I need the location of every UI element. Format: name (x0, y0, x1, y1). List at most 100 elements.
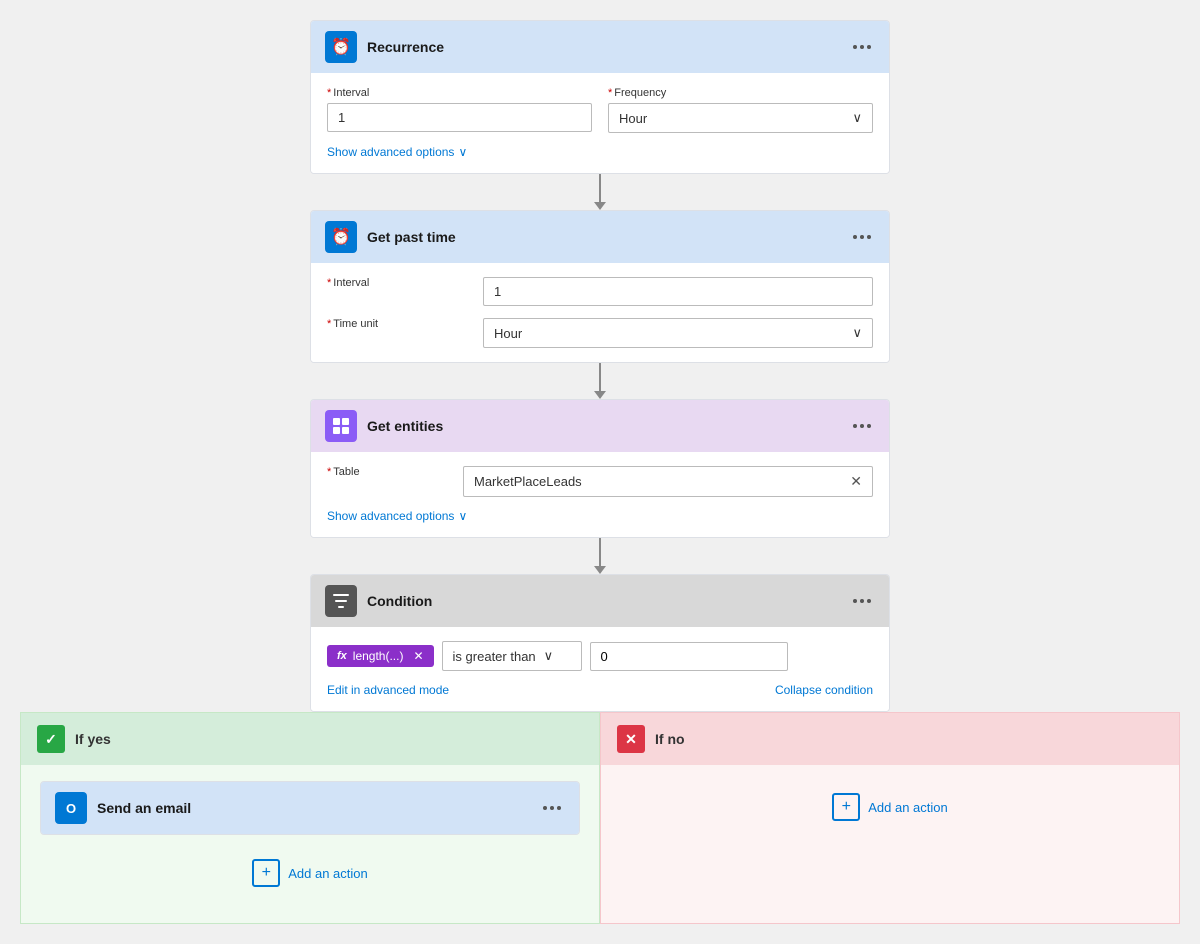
chevron-down-icon-5: ∨ (544, 648, 554, 664)
gpt-interval-row: *Interval (327, 277, 873, 306)
fx-icon: fx (337, 650, 347, 662)
branch-yes-body: O Send an email + Add an action (21, 765, 599, 903)
checkmark-icon: ✓ (45, 731, 57, 748)
recurrence-title: Recurrence (367, 39, 839, 55)
arrow-line-1 (599, 174, 601, 202)
condition-filter-icon (332, 592, 350, 610)
send-email-menu-button[interactable] (539, 802, 565, 814)
branch-yes-icon: ✓ (37, 725, 65, 753)
gpt-timeunit-select-group: Hour ∨ (483, 318, 873, 348)
condition-operator-select[interactable]: is greater than ∨ (442, 641, 582, 671)
plus-icon-no: + (842, 798, 851, 816)
table-select[interactable]: MarketPlaceLeads ✕ (463, 466, 873, 497)
add-action-no-button[interactable]: + Add an action (832, 793, 948, 821)
gpt-timeunit-select[interactable]: Hour ∨ (483, 318, 873, 348)
condition-tag-label: length(...) (353, 649, 404, 663)
plus-icon-yes: + (262, 864, 271, 882)
frequency-value: Hour (619, 111, 647, 126)
table-select-group: MarketPlaceLeads ✕ (463, 466, 873, 497)
arrow-line-3 (599, 538, 601, 566)
arrow-1 (594, 174, 606, 210)
arrow-line-2 (599, 363, 601, 391)
table-value: MarketPlaceLeads (474, 474, 582, 489)
gpt-interval-input[interactable] (483, 277, 873, 306)
frequency-group: *Frequency Hour ∨ (608, 87, 873, 133)
condition-card: Condition fx length(...) ✕ is greater th… (310, 574, 890, 712)
branch-yes-header: ✓ If yes (21, 713, 599, 765)
table-label: *Table (327, 466, 447, 478)
get-entities-body: *Table MarketPlaceLeads ✕ Show advanced … (311, 452, 889, 537)
get-past-time-body: *Interval *Time unit Hour ∨ (311, 263, 889, 362)
tag-close-button[interactable]: ✕ (413, 649, 423, 663)
table-label-group: *Table (327, 466, 447, 478)
frequency-label: *Frequency (608, 87, 873, 99)
arrow-2 (594, 363, 606, 399)
branch-no-label: If no (655, 731, 685, 747)
x-icon: ✕ (625, 731, 637, 748)
table-clear-button[interactable]: ✕ (850, 473, 862, 490)
gpt-timeunit-row: *Time unit Hour ∨ (327, 318, 873, 348)
condition-menu-button[interactable] (849, 595, 875, 607)
recurrence-header: ⏰ Recurrence (311, 21, 889, 73)
chevron-down-icon: ∨ (852, 110, 862, 126)
dot2 (860, 45, 864, 49)
branch-no: ✕ If no + Add an action (600, 712, 1180, 924)
get-past-time-icon: ⏰ (325, 221, 357, 253)
branch-container: ✓ If yes O Send an email (20, 712, 1180, 924)
recurrence-show-advanced[interactable]: Show advanced options ∨ (327, 145, 873, 159)
gpt-timeunit-label-text: Time unit (333, 318, 378, 330)
branch-no-body: + Add an action (601, 765, 1179, 837)
table-label-text: Table (333, 466, 359, 478)
gpt-timeunit-value: Hour (494, 326, 522, 341)
condition-header: Condition (311, 575, 889, 627)
get-past-time-header: ⏰ Get past time (311, 211, 889, 263)
add-action-yes-label: Add an action (288, 866, 368, 881)
send-email-title: Send an email (97, 800, 529, 816)
interval-group: *Interval (327, 87, 592, 132)
clock-icon-2: ⏰ (331, 227, 351, 247)
add-action-no-label: Add an action (868, 800, 948, 815)
condition-links-row: Edit in advanced mode Collapse condition (327, 683, 873, 697)
get-entities-icon (325, 410, 357, 442)
recurrence-card: ⏰ Recurrence *Interval *Frequency (310, 20, 890, 174)
get-past-time-title: Get past time (367, 229, 839, 245)
ge-show-advanced-text: Show advanced options (327, 509, 454, 523)
chevron-down-icon-3: ∨ (852, 325, 862, 341)
clock-icon: ⏰ (331, 37, 351, 57)
gpt-interval-label: *Interval (327, 277, 467, 289)
send-email-header: O Send an email (41, 782, 579, 834)
recurrence-form-row: *Interval *Frequency Hour ∨ (327, 87, 873, 133)
recurrence-body: *Interval *Frequency Hour ∨ Show advance… (311, 73, 889, 173)
branch-yes: ✓ If yes O Send an email (20, 712, 600, 924)
get-entities-show-advanced[interactable]: Show advanced options ∨ (327, 509, 873, 523)
add-icon-no: + (832, 793, 860, 821)
show-advanced-text: Show advanced options (327, 145, 454, 159)
dot1 (853, 45, 857, 49)
arrow-3 (594, 538, 606, 574)
branch-no-header: ✕ If no (601, 713, 1179, 765)
chevron-down-icon2: ∨ (458, 145, 467, 159)
condition-title: Condition (367, 593, 839, 609)
get-entities-menu-button[interactable] (849, 420, 875, 432)
condition-icon (325, 585, 357, 617)
outlook-letter-icon: O (66, 801, 76, 816)
condition-expression-row: fx length(...) ✕ is greater than ∨ (327, 641, 873, 671)
get-past-time-menu-button[interactable] (849, 231, 875, 243)
condition-body: fx length(...) ✕ is greater than ∨ Edit … (311, 627, 889, 711)
edit-advanced-mode-link[interactable]: Edit in advanced mode (327, 683, 449, 697)
collapse-condition-link[interactable]: Collapse condition (775, 683, 873, 697)
arrow-head-2 (594, 391, 606, 399)
table-row-form: *Table MarketPlaceLeads ✕ (327, 466, 873, 497)
interval-label: *Interval (327, 87, 592, 99)
outlook-icon: O (55, 792, 87, 824)
gpt-interval-label-group: *Interval (327, 277, 467, 289)
interval-input[interactable] (327, 103, 592, 132)
condition-operator-value: is greater than (453, 649, 536, 664)
recurrence-menu-button[interactable] (849, 41, 875, 53)
frequency-select[interactable]: Hour ∨ (608, 103, 873, 133)
arrow-head-1 (594, 202, 606, 210)
gpt-timeunit-label: *Time unit (327, 318, 467, 330)
condition-tag[interactable]: fx length(...) ✕ (327, 645, 434, 667)
get-entities-card: Get entities *Table MarketPlaceLeads ✕ (310, 399, 890, 538)
condition-value-input[interactable] (590, 642, 788, 671)
